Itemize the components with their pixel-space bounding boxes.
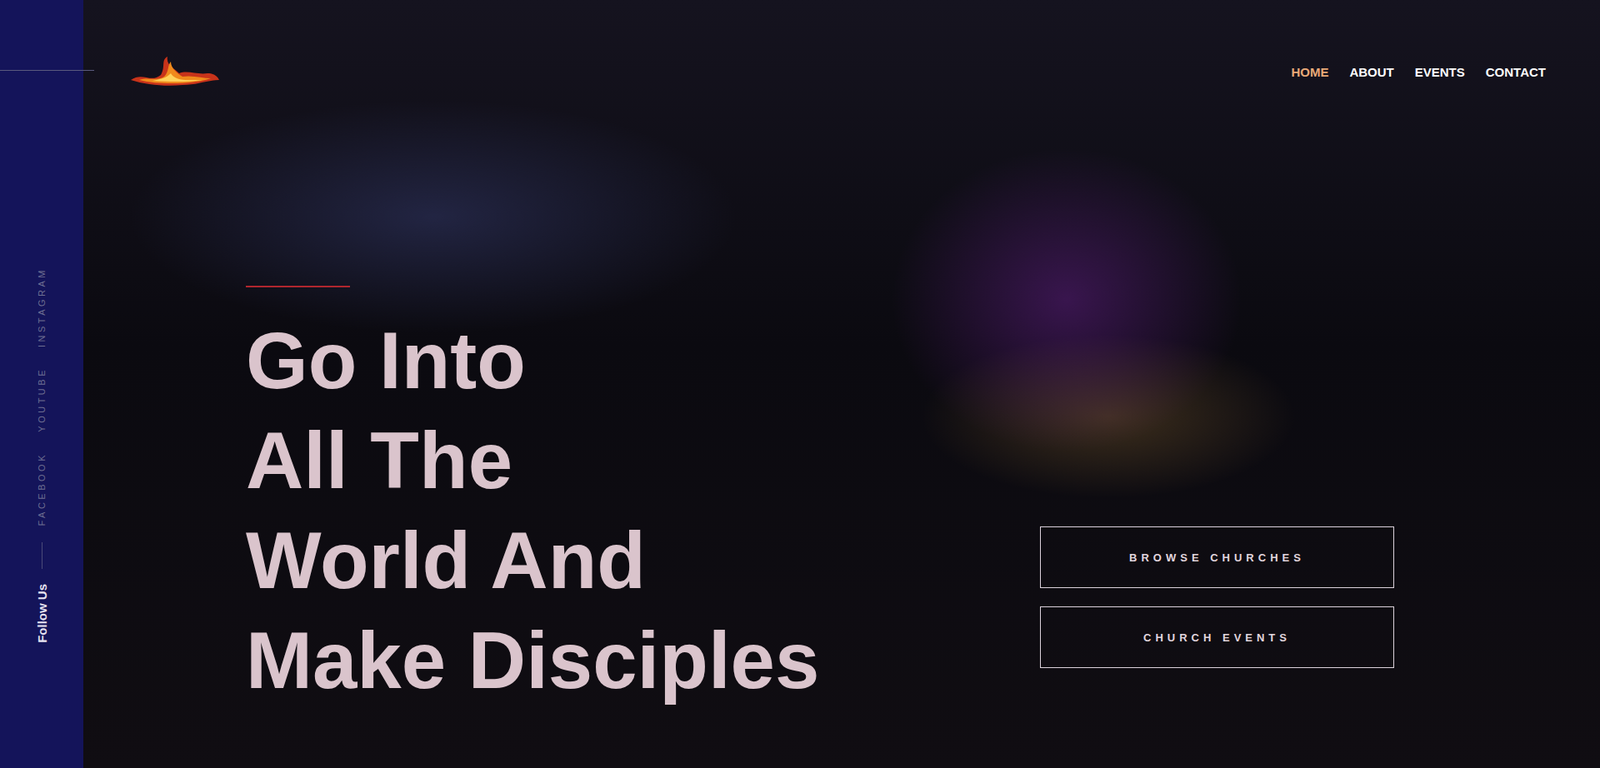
flame-logo-icon[interactable] — [127, 55, 221, 90]
nav-item[interactable]: CONTACT — [1485, 65, 1546, 80]
accent-line — [245, 285, 350, 288]
headline: Go IntoAll TheWorld AndMake Disciples — [245, 310, 820, 711]
headline-line: World And — [245, 510, 820, 611]
hero-buttons: BROWSE CHURCHES CHURCH EVENTS — [1040, 526, 1395, 711]
social-sidebar: INSTAGRAM YOUTUBE FACEBOOK Follow Us — [0, 0, 84, 768]
headline-column: Go IntoAll TheWorld AndMake Disciples — [245, 93, 820, 711]
outline-button[interactable]: CHURCH EVENTS — [1040, 606, 1395, 669]
hero-background: HOME ABOUT EVENTS CONTACT Go IntoAll TheWorl… — [83, 0, 1600, 768]
follow-us-label: Follow Us — [35, 584, 50, 644]
social-link[interactable]: YOUTUBE — [36, 367, 47, 433]
social-link[interactable]: INSTAGRAM — [36, 267, 47, 348]
hero: Go IntoAll TheWorld AndMake Disciples BRO… — [83, 93, 1600, 711]
headline-line: All The — [245, 410, 820, 511]
outline-button[interactable]: BROWSE CHURCHES — [1040, 526, 1395, 589]
social-divider — [41, 542, 43, 570]
headline-line: Go Into — [245, 310, 820, 411]
page: INSTAGRAM YOUTUBE FACEBOOK Follow Us HOME ABO… — [0, 0, 1600, 768]
social-link[interactable]: FACEBOOK — [36, 452, 47, 527]
header: HOME ABOUT EVENTS CONTACT — [83, 0, 1600, 94]
nav-item[interactable]: EVENTS — [1415, 65, 1465, 80]
nav-item[interactable]: ABOUT — [1349, 65, 1394, 80]
main-nav: HOME ABOUT EVENTS CONTACT — [1290, 65, 1546, 80]
social-links: INSTAGRAM YOUTUBE FACEBOOK — [36, 267, 47, 526]
sidebar-line — [0, 70, 95, 71]
nav-item[interactable]: HOME — [1290, 65, 1329, 80]
headline-line: Make Disciples — [245, 610, 820, 711]
